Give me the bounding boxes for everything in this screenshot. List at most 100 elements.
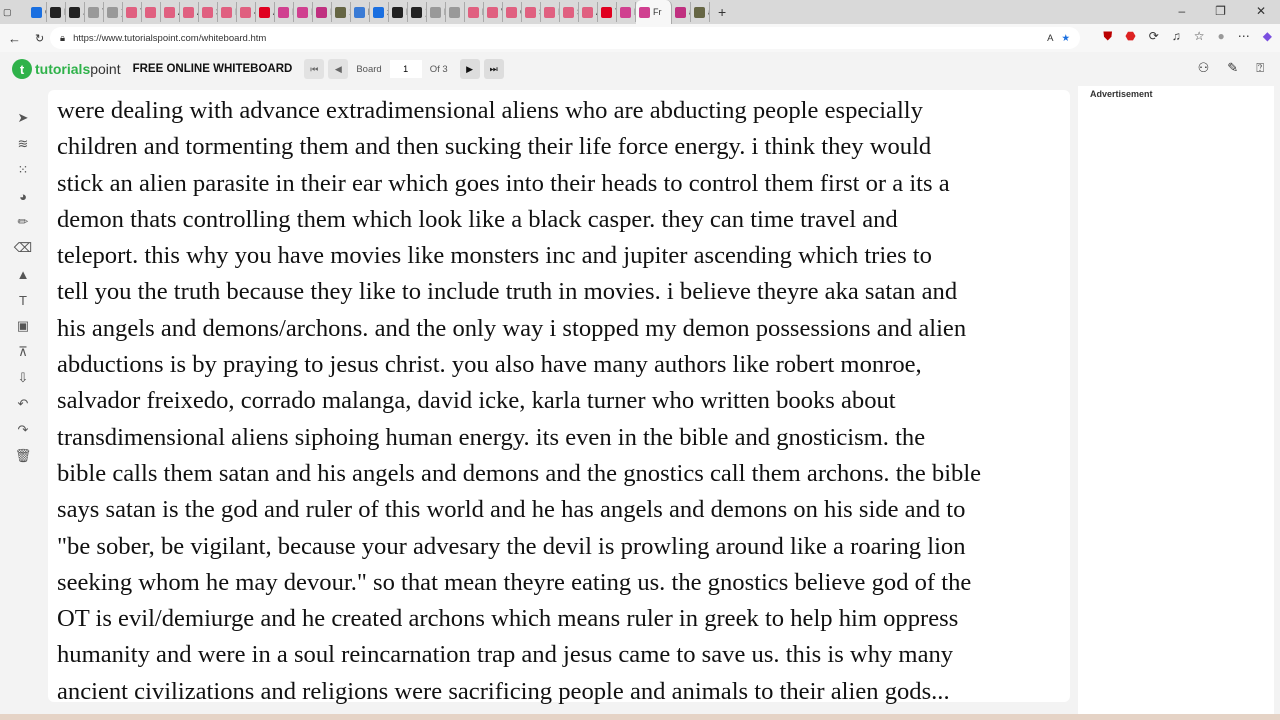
extension-shield-icon[interactable]: ⛊: [1103, 29, 1112, 44]
whiteboard-text-line: seeking whom he may devour." so that mea…: [57, 568, 972, 596]
tab-favicon-icon: [316, 6, 327, 18]
whiteboard-text-line: tell you the truth because they like to …: [57, 278, 958, 306]
browser-tab[interactable]: Ali: [161, 2, 180, 22]
image-icon[interactable]: ▣: [12, 313, 34, 339]
logo-text-b: point: [90, 61, 121, 77]
refresh-icon[interactable]: ↻: [35, 32, 44, 45]
browser-tab[interactable]: ali: [672, 2, 691, 22]
favorites-icon[interactable]: ☆: [1194, 29, 1205, 44]
redo-icon[interactable]: ↷: [12, 417, 34, 443]
last-board-button[interactable]: ⏭: [483, 59, 504, 79]
browser-tab[interactable]: An: [180, 2, 199, 22]
read-aloud-icon[interactable]: A: [1047, 33, 1053, 44]
tab-favicon-icon: [430, 6, 441, 18]
advertisement-panel: Advertisement: [1078, 86, 1274, 716]
url-field[interactable]: 🔒︎ https://www.tutorialspoint.com/whiteb…: [50, 27, 1080, 49]
browser-tab[interactable]: Ins: [313, 2, 332, 22]
browser-tab[interactable]: Fr: [636, 0, 672, 24]
text-icon[interactable]: T: [12, 287, 34, 313]
extensions-puzzle-icon[interactable]: ♫: [1172, 29, 1181, 44]
browser-tab[interactable]: 3 I: [199, 2, 218, 22]
whiteboard-text-line: "be sober, be vigilant, because your adv…: [57, 532, 966, 560]
more-menu-icon[interactable]: ⋯: [1238, 29, 1250, 44]
pen-icon[interactable]: ✏: [12, 209, 34, 235]
browser-tab[interactable]: Ire: [218, 2, 237, 22]
first-board-button[interactable]: ⏮: [304, 59, 325, 79]
tab-favicon-icon: [335, 6, 346, 18]
browser-tab[interactable]: Ve: [484, 2, 503, 22]
board-number-input[interactable]: [389, 60, 422, 78]
close-icon[interactable]: ✕: [1256, 4, 1266, 18]
whiteboard-text-line: OT is evil/demiurge and he created archo…: [57, 605, 959, 633]
new-tab-button[interactable]: +: [718, 4, 726, 20]
trash-icon[interactable]: 🗑︎: [12, 443, 34, 469]
browser-tab[interactable]: Th: [123, 2, 142, 22]
shapes-tool-icon[interactable]: ▲: [12, 261, 34, 287]
tab-favicon-icon: [392, 6, 403, 18]
pointer-icon[interactable]: ➤: [12, 105, 34, 131]
minimize-icon[interactable]: –: [1178, 4, 1185, 18]
browser-tab[interactable]: Po: [617, 2, 636, 22]
extension-icon[interactable]: ⟳: [1149, 29, 1159, 44]
browser-tab[interactable]: Tri: [598, 2, 617, 22]
advertisement-label: Advertisement: [1090, 89, 1153, 99]
browser-tab[interactable]: SIl: [560, 2, 579, 22]
browser-tab[interactable]: Ins: [294, 2, 313, 22]
next-board-button[interactable]: ▶: [459, 59, 480, 79]
tab-favicon-icon: [164, 6, 175, 18]
profile-avatar[interactable]: ●: [1218, 29, 1225, 44]
grid-icon[interactable]: ⁙: [12, 157, 34, 183]
tab-favicon-icon: [69, 6, 80, 18]
browser-tab[interactable]: 東: [104, 2, 123, 22]
download-icon[interactable]: ⇩: [12, 365, 34, 391]
undo-icon[interactable]: ↶: [12, 391, 34, 417]
browser-tab[interactable]: Hu: [47, 2, 66, 22]
back-icon[interactable]: ←: [8, 31, 21, 46]
browser-tab[interactable]: Ch: [503, 2, 522, 22]
browser-tab[interactable]: AL: [256, 2, 275, 22]
browser-tab[interactable]: 亘: [408, 2, 427, 22]
browser-tab[interactable]: SIl: [522, 2, 541, 22]
tab-bar: ▢ GrcHu小Tra東ThAliAn3 IIre4 IALInsInsIns1…: [0, 0, 1280, 24]
browser-tab[interactable]: [142, 2, 161, 22]
browser-tab[interactable]: 日: [446, 2, 465, 22]
copilot-icon[interactable]: ◆: [1263, 29, 1272, 44]
lock-icon: 🔒︎: [60, 32, 66, 44]
browser-tab[interactable]: ho: [351, 2, 370, 22]
presentation-icon[interactable]: ⊼: [12, 339, 34, 365]
browser-tab[interactable]: 10: [332, 2, 351, 22]
tab-favicon-icon: [601, 6, 612, 18]
palette-icon[interactable]: ◕: [12, 183, 34, 209]
browser-tab[interactable]: Ins: [275, 2, 294, 22]
browser-tab[interactable]: 小: [66, 2, 85, 22]
tutorialspoint-logo[interactable]: t tutorialspoint: [12, 59, 121, 79]
tab-favicon-icon: [694, 6, 705, 18]
browser-tab[interactable]: Grc: [28, 2, 47, 22]
browser-tab[interactable]: 4 I: [237, 2, 256, 22]
eraser-icon[interactable]: ⌫: [12, 235, 34, 261]
whiteboard-canvas[interactable]: were dealing with advance extradimension…: [48, 90, 1070, 705]
adblock-icon[interactable]: ⬣: [1125, 29, 1135, 44]
browser-tab[interactable]: Hc: [389, 2, 408, 22]
browser-tab[interactable]: M: [427, 2, 446, 22]
tab-favicon-icon: [240, 6, 251, 18]
layers-icon[interactable]: ≋: [12, 131, 34, 157]
tab-actions-icon[interactable]: ▢: [0, 2, 28, 22]
browser-tab[interactable]: Tra: [85, 2, 104, 22]
taskbar-edge: [0, 714, 1280, 720]
url-text: https://www.tutorialspoint.com/whiteboar…: [73, 32, 267, 44]
browser-tab[interactable]: A: [579, 2, 598, 22]
shapes-icon[interactable]: ⚇: [1198, 60, 1210, 76]
browser-tab[interactable]: ali: [691, 2, 710, 22]
tab-favicon-icon: [202, 6, 213, 18]
browser-tab[interactable]: Ko: [465, 2, 484, 22]
browser-tab[interactable]: IT: [541, 2, 560, 22]
tab-favicon-icon: [487, 6, 498, 18]
whiteboard-text-line: abductions is by praying to jesus christ…: [57, 351, 922, 379]
prev-board-button[interactable]: ◀: [328, 59, 349, 79]
browser-tab[interactable]: 相: [370, 2, 389, 22]
edit-icon[interactable]: ✎: [1227, 60, 1238, 76]
restore-icon[interactable]: ❐: [1215, 4, 1226, 18]
favorite-star-icon[interactable]: ★: [1061, 33, 1070, 44]
help-icon[interactable]: ⍰: [1256, 60, 1264, 76]
